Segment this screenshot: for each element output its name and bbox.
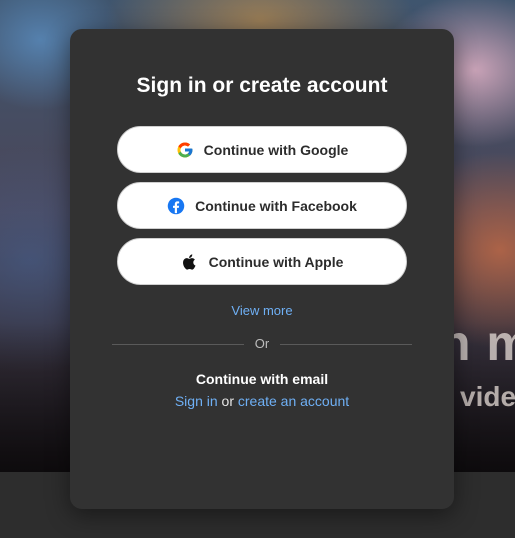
or-text: or bbox=[221, 393, 234, 409]
continue-with-apple-button[interactable]: Continue with Apple bbox=[117, 238, 407, 285]
email-links: Sign in or create an account bbox=[70, 393, 454, 409]
or-divider: Or bbox=[112, 334, 412, 354]
divider-line-right bbox=[280, 344, 412, 345]
continue-with-facebook-button[interactable]: Continue with Facebook bbox=[117, 182, 407, 229]
facebook-icon bbox=[167, 197, 185, 215]
create-account-link[interactable]: create an account bbox=[238, 393, 349, 409]
email-heading: Continue with email bbox=[195, 371, 329, 387]
apple-icon bbox=[181, 253, 199, 271]
apple-button-label: Continue with Apple bbox=[208, 253, 344, 270]
continue-with-google-button[interactable]: Continue with Google bbox=[117, 126, 407, 173]
modal-title: Sign in or create account bbox=[136, 74, 388, 97]
sign-in-modal: Sign in or create account Continue with … bbox=[70, 29, 454, 509]
facebook-button-label: Continue with Facebook bbox=[195, 197, 357, 214]
sign-in-link[interactable]: Sign in bbox=[175, 393, 218, 409]
google-button-label: Continue with Google bbox=[203, 141, 349, 158]
view-more-link[interactable]: View more bbox=[70, 303, 454, 318]
background-subtext: vide bbox=[460, 381, 515, 412]
google-icon bbox=[176, 141, 194, 159]
